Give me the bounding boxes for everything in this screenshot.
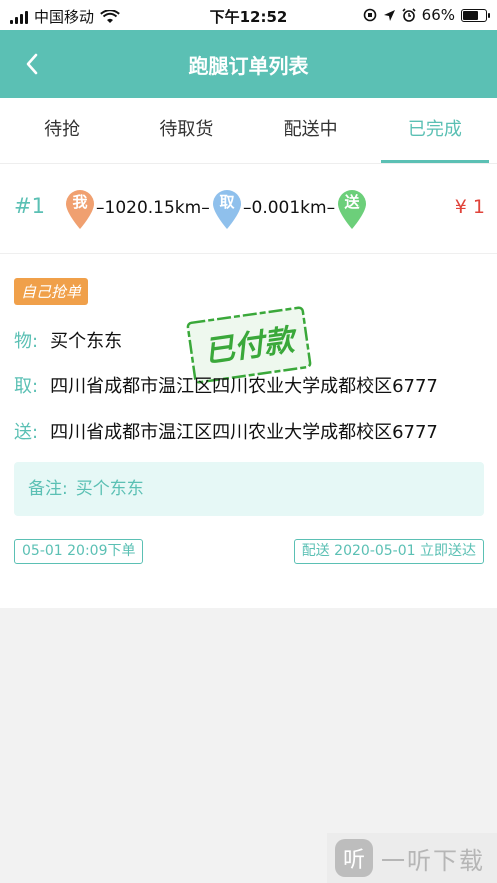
chevron-left-icon <box>26 53 38 75</box>
tab-delivering[interactable]: 配送中 <box>249 98 373 163</box>
status-tabs: 待抢 待取货 配送中 已完成 <box>0 98 497 164</box>
remark-label: 备注: <box>28 479 68 499</box>
distance-to-deliver: –0.001km– <box>243 198 336 218</box>
order-route: #1 我 –1020.15km– 取 –0.001km– 送 ¥ 1 <box>0 164 497 254</box>
nav-bar: 跑腿订单列表 <box>0 30 497 98</box>
status-bar: 中国移动 下午12:52 66% <box>0 0 497 30</box>
pin-me-label: 我 <box>72 193 88 211</box>
pickup-address: 四川省成都市温江区四川农业大学成都校区6777 <box>50 376 438 397</box>
order-price: ¥ 1 <box>454 196 485 218</box>
pin-deliver-icon: 送 <box>336 188 368 230</box>
deliver-label: 送: <box>14 422 39 443</box>
page-title: 跑腿订单列表 <box>188 54 309 78</box>
watermark-logo: 听 <box>335 839 373 877</box>
order-card[interactable]: #1 我 –1020.15km– 取 –0.001km– 送 ¥ 1 自己抢单 … <box>0 164 497 608</box>
tab-completed[interactable]: 已完成 <box>373 98 497 163</box>
battery-icon <box>461 8 490 22</box>
order-number: #1 <box>14 194 45 218</box>
deliver-address: 四川省成都市温江区四川农业大学成都校区6777 <box>50 422 438 443</box>
carrier-label: 中国移动 <box>34 8 95 26</box>
watermark-text: 一听下载 <box>381 846 485 875</box>
pin-pickup-icon: 取 <box>211 188 243 230</box>
deliver-row: 送: 四川省成都市温江区四川农业大学成都校区6777 <box>14 418 438 444</box>
pin-deliver-label: 送 <box>344 193 360 211</box>
status-right: 66% <box>363 6 490 24</box>
wifi-icon <box>100 9 120 23</box>
orientation-lock-icon <box>363 8 376 22</box>
battery-fill <box>463 10 478 20</box>
remark-box: 备注: 买个东东 <box>14 462 484 516</box>
battery-percent: 66% <box>421 6 455 24</box>
item-value: 买个东东 <box>50 331 123 352</box>
tab-pending-grab[interactable]: 待抢 <box>0 98 124 163</box>
status-left: 中国移动 <box>10 6 120 27</box>
signal-icon <box>10 10 28 24</box>
tab-pending-pickup[interactable]: 待取货 <box>124 98 248 163</box>
pin-pickup-label: 取 <box>219 193 235 211</box>
pin-me-icon: 我 <box>64 188 96 230</box>
remark-value: 买个东东 <box>75 479 144 499</box>
alarm-icon <box>402 8 416 22</box>
pickup-label: 取: <box>14 376 39 397</box>
distance-to-pickup: –1020.15km– <box>96 198 210 218</box>
order-time-tag: 05-01 20:09下单 <box>14 539 144 564</box>
watermark: 听 一听下载 <box>327 833 497 883</box>
pickup-row: 取: 四川省成都市温江区四川农业大学成都校区6777 <box>14 372 438 398</box>
item-label: 物: <box>14 331 39 352</box>
location-icon <box>383 9 395 21</box>
back-button[interactable] <box>14 46 50 82</box>
item-row: 物: 买个东东 <box>14 327 122 353</box>
self-grab-badge: 自己抢单 <box>14 278 89 305</box>
delivery-time-tag: 配送 2020-05-01 立即送达 <box>293 539 484 564</box>
